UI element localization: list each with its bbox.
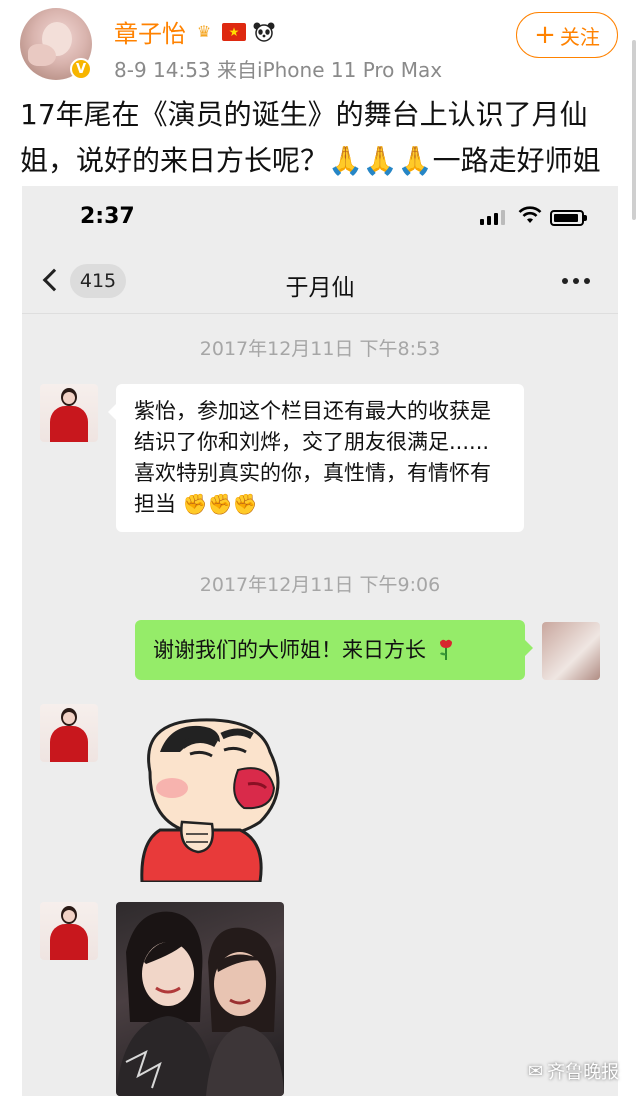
message-text: 谢谢我们的大师姐！来日方长	[153, 638, 426, 662]
fist-icon: ✊	[232, 492, 258, 516]
weibo-post-page: V 章子怡 ♛ ★ 8-9 14:53 来自iPhone 11 Pro Max …	[0, 0, 640, 1096]
username-row[interactable]: 章子怡 ♛ ★	[114, 14, 276, 49]
newspaper-watermark: ✉ 齐鲁晚报	[528, 1058, 619, 1084]
status-time: 2:37	[80, 204, 135, 229]
follow-button[interactable]: + 关注	[516, 12, 618, 58]
battery-icon	[550, 210, 587, 226]
rose-icon	[439, 639, 452, 660]
post-text: 17年尾在《演员的诞生》的舞台上认识了月仙姐，说好的来日方长呢？🙏🙏🙏一路走好师…	[20, 98, 601, 177]
message-timestamp: 2017年12月11日 下午8:53	[199, 338, 441, 360]
contact-avatar[interactable]	[40, 384, 98, 442]
contact-avatar[interactable]	[40, 902, 98, 960]
chat-screenshot-image[interactable]: 2:37 415 于月仙 2017年12月11日 下午8:53 紫怡，参加这个栏…	[22, 186, 618, 1096]
my-avatar[interactable]	[542, 622, 600, 680]
message-bubble-incoming[interactable]: 紫怡，参加这个栏目还有最大的收获是结识了你和刘烨，交了朋友很满足......喜欢…	[108, 384, 524, 532]
signal-icon	[480, 210, 505, 225]
watermark-text: 齐鲁晚报	[547, 1062, 620, 1083]
post-meta: 8-9 14:53 来自iPhone 11 Pro Max	[114, 58, 443, 82]
follow-label: 关注	[559, 24, 600, 49]
verified-badge-icon: V	[70, 58, 92, 80]
wechat-icon: ✉	[528, 1060, 544, 1082]
page-scrollbar[interactable]	[632, 40, 636, 220]
plus-icon: +	[534, 20, 556, 50]
shared-photo[interactable]	[116, 902, 284, 1096]
crown-icon: ♛	[196, 22, 212, 41]
username[interactable]: 章子怡	[114, 14, 186, 49]
more-options-icon[interactable]	[562, 278, 590, 284]
fist-icon: ✊	[207, 492, 233, 516]
chat-navbar: 415 于月仙	[22, 250, 618, 314]
panda-icon	[252, 21, 276, 43]
message-bubble-outgoing[interactable]: 谢谢我们的大师姐！来日方长	[135, 620, 533, 680]
avatar-hand	[28, 44, 56, 66]
china-flag-icon: ★	[222, 22, 246, 41]
wifi-icon	[518, 206, 542, 223]
shared-photo-image	[116, 911, 284, 1096]
message-timestamp: 2017年12月11日 下午9:06	[199, 574, 441, 596]
crayon-shin-chan-kiss-sticker[interactable]	[120, 712, 296, 882]
contact-avatar[interactable]	[40, 704, 98, 762]
chat-title: 于月仙	[285, 275, 355, 301]
fist-icon: ✊	[182, 492, 208, 516]
phone-status-bar: 2:37	[22, 186, 618, 250]
